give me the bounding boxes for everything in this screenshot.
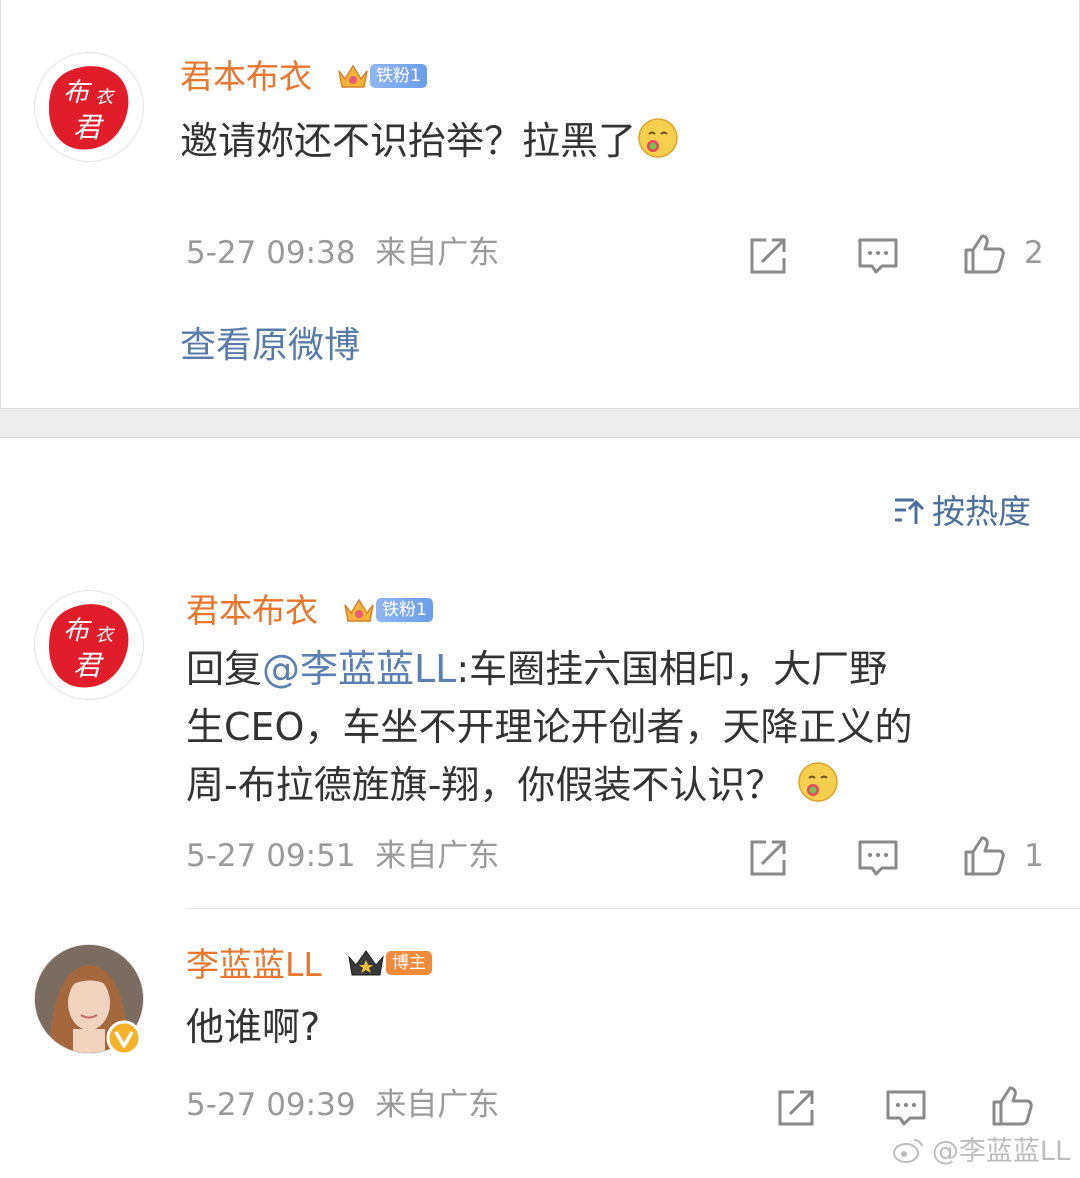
blogger-badge: 博主 xyxy=(346,949,432,977)
svg-text:衣: 衣 xyxy=(95,625,115,646)
fan-badge-label: 铁粉1 xyxy=(376,598,433,622)
like-icon[interactable] xyxy=(962,232,1006,276)
fan-badge: 铁粉1 xyxy=(336,62,427,90)
sort-label: 按热度 xyxy=(932,491,1031,531)
crown-icon xyxy=(338,64,368,88)
watermark-text: @李蓝蓝LL xyxy=(931,1136,1070,1167)
section-separator xyxy=(0,408,1080,438)
reply-line-1-text: :车圈挂六国相印，大厂野 xyxy=(456,647,888,691)
share-icon[interactable] xyxy=(774,1086,818,1130)
weibo-logo-icon xyxy=(892,1138,923,1163)
timestamp: 5-27 09:39 xyxy=(186,1087,356,1123)
reply-text: 回复@李蓝蓝LL:车圈挂六国相印，大厂野 生CEO，车坐不开理论开创者，天降正义… xyxy=(186,640,912,814)
location: 来自广东 xyxy=(375,838,500,874)
reply-line-3: 周-布拉德旌旗-翔，你假装不认识？ xyxy=(186,756,912,814)
svg-text:衣: 衣 xyxy=(95,87,115,108)
original-comment-card xyxy=(0,0,1080,408)
like-count: 2 xyxy=(1024,235,1044,271)
reply-line-3-text: 周-布拉德旌旗-翔，你假装不认识？ xyxy=(186,763,784,807)
comment-meta: 5-27 09:39 来自广东 xyxy=(186,1090,499,1121)
eating-emoji-icon xyxy=(638,118,678,158)
share-icon[interactable] xyxy=(746,836,790,880)
red-seal-logo: 布 衣 君 xyxy=(49,604,129,688)
timestamp: 5-27 09:51 xyxy=(186,838,356,874)
comment-text: 邀请妳还不识抬举？拉黑了 xyxy=(180,112,680,170)
comment-meta: 5-27 09:51 来自广东 xyxy=(186,841,499,872)
username[interactable]: 君本布衣 xyxy=(180,60,312,93)
comment-meta: 5-27 09:38 来自广东 xyxy=(186,238,499,269)
crown-icon xyxy=(348,950,384,976)
timestamp: 5-27 09:38 xyxy=(186,235,356,271)
comment-icon[interactable] xyxy=(856,234,900,278)
user-avatar[interactable]: 布 衣 君 xyxy=(34,52,144,162)
comment-icon[interactable] xyxy=(856,836,900,880)
svg-text:君: 君 xyxy=(73,649,104,682)
blogger-badge-label: 博主 xyxy=(386,951,432,975)
user-avatar[interactable]: 布 衣 君 xyxy=(34,590,144,700)
comment-text: 他谁啊? xyxy=(186,1005,321,1049)
crown-icon xyxy=(344,598,374,622)
fan-badge-label: 铁粉1 xyxy=(370,64,427,88)
location: 来自广东 xyxy=(375,235,500,271)
reply-line-1: 回复@李蓝蓝LL:车圈挂六国相印，大厂野 xyxy=(186,640,912,698)
comment-text-content: 邀请妳还不识抬举？拉黑了 xyxy=(180,119,637,163)
mention-link[interactable]: @李蓝蓝LL xyxy=(262,647,456,691)
reply-line-2: 生CEO，车坐不开理论开创者，天降正义的 xyxy=(186,705,913,749)
comment-icon[interactable] xyxy=(884,1086,928,1130)
like-icon[interactable] xyxy=(962,834,1006,878)
username[interactable]: 李蓝蓝LL xyxy=(186,948,322,981)
verified-v-icon xyxy=(106,1020,142,1056)
reply-divider xyxy=(186,908,1080,909)
svg-text:布: 布 xyxy=(63,78,92,108)
like-count: 1 xyxy=(1024,838,1044,874)
reply-prefix: 回复 xyxy=(186,647,263,691)
red-seal-logo: 布 衣 君 xyxy=(49,66,129,150)
svg-text:布: 布 xyxy=(63,616,92,646)
username[interactable]: 君本布衣 xyxy=(186,594,318,627)
sort-by-hot-button[interactable]: 按热度 xyxy=(892,494,1031,528)
sort-icon xyxy=(895,498,925,524)
eating-emoji-icon xyxy=(797,762,838,802)
view-original-post-link[interactable]: 查看原微博 xyxy=(180,328,360,364)
svg-text:君: 君 xyxy=(73,111,104,144)
share-icon[interactable] xyxy=(746,234,790,278)
watermark: @李蓝蓝LL xyxy=(892,1129,1070,1168)
fan-badge: 铁粉1 xyxy=(342,596,433,624)
like-icon[interactable] xyxy=(990,1084,1034,1128)
location: 来自广东 xyxy=(375,1087,500,1123)
